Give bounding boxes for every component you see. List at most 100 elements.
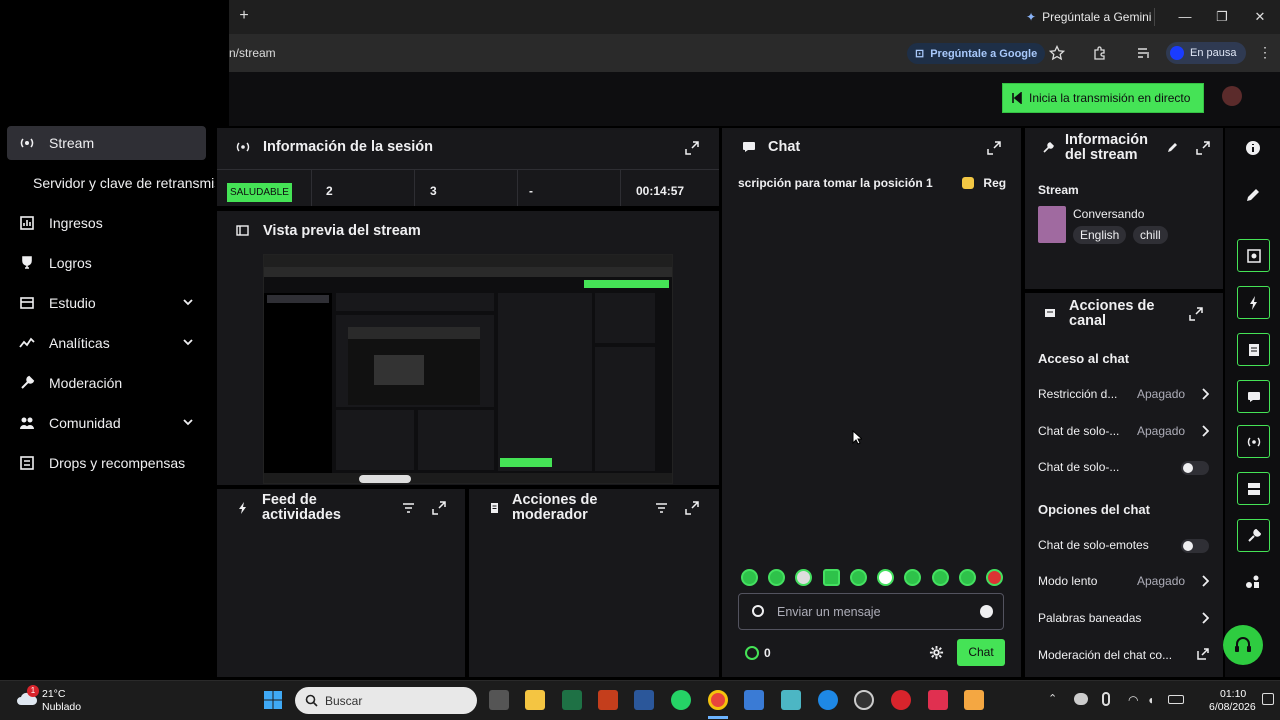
taskbar-search[interactable]: Buscar	[295, 687, 477, 714]
chevron-right-icon[interactable]	[1201, 612, 1209, 624]
new-tab-button[interactable]: +	[236, 8, 252, 24]
pencil-icon[interactable]	[1245, 187, 1261, 203]
restriction-label[interactable]: Restricción d...	[1038, 387, 1117, 401]
popout-icon[interactable]	[685, 501, 699, 515]
gear-icon[interactable]	[929, 645, 944, 660]
emote-icon[interactable]	[795, 569, 813, 586]
stream-preview-video[interactable]	[263, 254, 673, 484]
onedrive-icon[interactable]	[1074, 693, 1088, 705]
pencil-icon[interactable]	[1166, 141, 1179, 154]
popout-icon[interactable]	[432, 501, 446, 515]
emote-icon[interactable]	[741, 569, 758, 586]
url-text[interactable]: n/stream	[229, 46, 276, 60]
rail-raid-button[interactable]	[1237, 286, 1270, 319]
windows-start-icon[interactable]	[263, 690, 283, 710]
chevron-up-icon[interactable]: ⌃	[1048, 692, 1057, 705]
file-explorer-icon[interactable]	[525, 690, 545, 710]
star-icon[interactable]	[1049, 45, 1065, 61]
minimize-icon[interactable]: —	[1176, 8, 1194, 26]
chrome-icon[interactable]	[708, 690, 728, 710]
extensions-icon[interactable]	[1245, 574, 1261, 590]
banned-words-label[interactable]: Palabras baneadas	[1038, 611, 1141, 625]
media-control-icon[interactable]	[1136, 45, 1152, 61]
chevron-right-icon[interactable]	[1201, 425, 1209, 437]
info-icon[interactable]	[1245, 140, 1261, 156]
emote-icon[interactable]	[904, 569, 922, 586]
user-avatar[interactable]	[1222, 86, 1242, 106]
emote-icon[interactable]	[849, 569, 867, 586]
go-live-button[interactable]: Inicia la transmisión en directo	[1002, 83, 1204, 113]
tag-english[interactable]: English	[1073, 226, 1127, 244]
slow-mode-label[interactable]: Modo lento	[1038, 574, 1097, 588]
store-icon[interactable]	[744, 690, 764, 710]
close-icon[interactable]: ✕	[1251, 8, 1269, 26]
rail-broadcast-button[interactable]	[1237, 425, 1270, 458]
external-link-icon[interactable]	[1197, 648, 1209, 660]
chat-message-input[interactable]: Enviar un mensaje	[738, 593, 1004, 630]
notifications-icon[interactable]	[1262, 693, 1274, 705]
browser-menu-icon[interactable]: ⋮	[1258, 44, 1272, 61]
help-button[interactable]	[1223, 625, 1263, 665]
rail-chat-button[interactable]	[1237, 380, 1270, 413]
channel-points-icon[interactable]	[745, 646, 759, 660]
word-icon[interactable]	[634, 690, 654, 710]
hype-ticker[interactable]: scripción para tomar la posición 1 Regal…	[738, 176, 1006, 192]
gemini-button[interactable]: ✦ Pregúntale a Gemini	[1018, 6, 1161, 28]
rail-clip-button[interactable]	[1237, 239, 1270, 272]
rail-notes-button[interactable]	[1237, 333, 1270, 366]
app-icon-stack[interactable]	[964, 690, 984, 710]
clock-date[interactable]: 6/08/2026	[1209, 701, 1256, 713]
ask-google-button[interactable]: ⊡ Pregúntale a Google	[907, 43, 1046, 64]
emote-icon[interactable]	[877, 569, 895, 586]
popout-icon[interactable]	[685, 141, 699, 155]
category-name[interactable]: Conversando	[1073, 207, 1144, 221]
microphone-icon[interactable]	[1102, 692, 1110, 706]
filter-icon[interactable]	[402, 503, 415, 513]
sidebar-item-community[interactable]: Comunidad	[7, 406, 206, 440]
emote-icon[interactable]	[768, 569, 786, 586]
sidebar-item-revenue[interactable]: Ingresos	[7, 206, 206, 240]
popout-icon[interactable]	[987, 141, 1001, 155]
sidebar-item-moderation[interactable]: Moderación	[7, 366, 206, 400]
emote-icon[interactable]	[822, 569, 840, 586]
excel-icon[interactable]	[562, 690, 582, 710]
clock-time[interactable]: 01:10	[1220, 688, 1246, 700]
app-icon[interactable]	[781, 690, 801, 710]
popout-icon[interactable]	[1189, 307, 1203, 321]
app-icon-pink[interactable]	[928, 690, 948, 710]
emoji-icon[interactable]	[980, 605, 993, 618]
tag-chill[interactable]: chill	[1133, 226, 1168, 244]
edge-icon[interactable]	[818, 690, 838, 710]
solo-chat-label[interactable]: Chat de solo-...	[1038, 424, 1119, 438]
sidebar-item-studio[interactable]: Estudio	[7, 286, 206, 320]
obs-icon[interactable]	[854, 690, 874, 710]
sidebar-item-server-key[interactable]: Servidor y clave de retransmisión	[7, 166, 215, 200]
filter-icon[interactable]	[655, 503, 668, 513]
profile-button[interactable]: En pausa	[1166, 42, 1247, 64]
wifi-icon[interactable]: ◠	[1128, 693, 1138, 707]
solo-chat-2-toggle[interactable]	[1181, 461, 1209, 475]
chevron-right-icon[interactable]	[1201, 388, 1209, 400]
popout-icon[interactable]	[1196, 141, 1210, 155]
extensions-icon[interactable]	[1092, 45, 1108, 61]
emote-icon[interactable]	[985, 569, 1003, 586]
sidebar-item-stream[interactable]: Stream	[7, 126, 206, 160]
volume-icon[interactable]: ◖	[1147, 693, 1154, 707]
category-boxart[interactable]	[1038, 206, 1066, 243]
app-icon-red[interactable]	[891, 690, 911, 710]
powerpoint-icon[interactable]	[598, 690, 618, 710]
restore-icon[interactable]: ❐	[1213, 8, 1231, 26]
sidebar-item-analytics[interactable]: Analíticas	[7, 326, 206, 360]
whatsapp-icon[interactable]	[671, 690, 691, 710]
chat-send-button[interactable]: Chat	[957, 639, 1005, 666]
sidebar-item-achievements[interactable]: Logros	[7, 246, 206, 280]
task-view-icon[interactable]	[489, 690, 509, 710]
emote-icon[interactable]	[958, 569, 976, 586]
emote-icon[interactable]	[931, 569, 949, 586]
battery-icon[interactable]	[1168, 695, 1184, 704]
rail-layout-button[interactable]	[1237, 472, 1270, 505]
emote-only-toggle[interactable]	[1181, 539, 1209, 553]
chat-moderation-label[interactable]: Moderación del chat co...	[1038, 648, 1172, 662]
chevron-right-icon[interactable]	[1201, 575, 1209, 587]
sidebar-item-drops[interactable]: Drops y recompensas	[7, 446, 206, 480]
